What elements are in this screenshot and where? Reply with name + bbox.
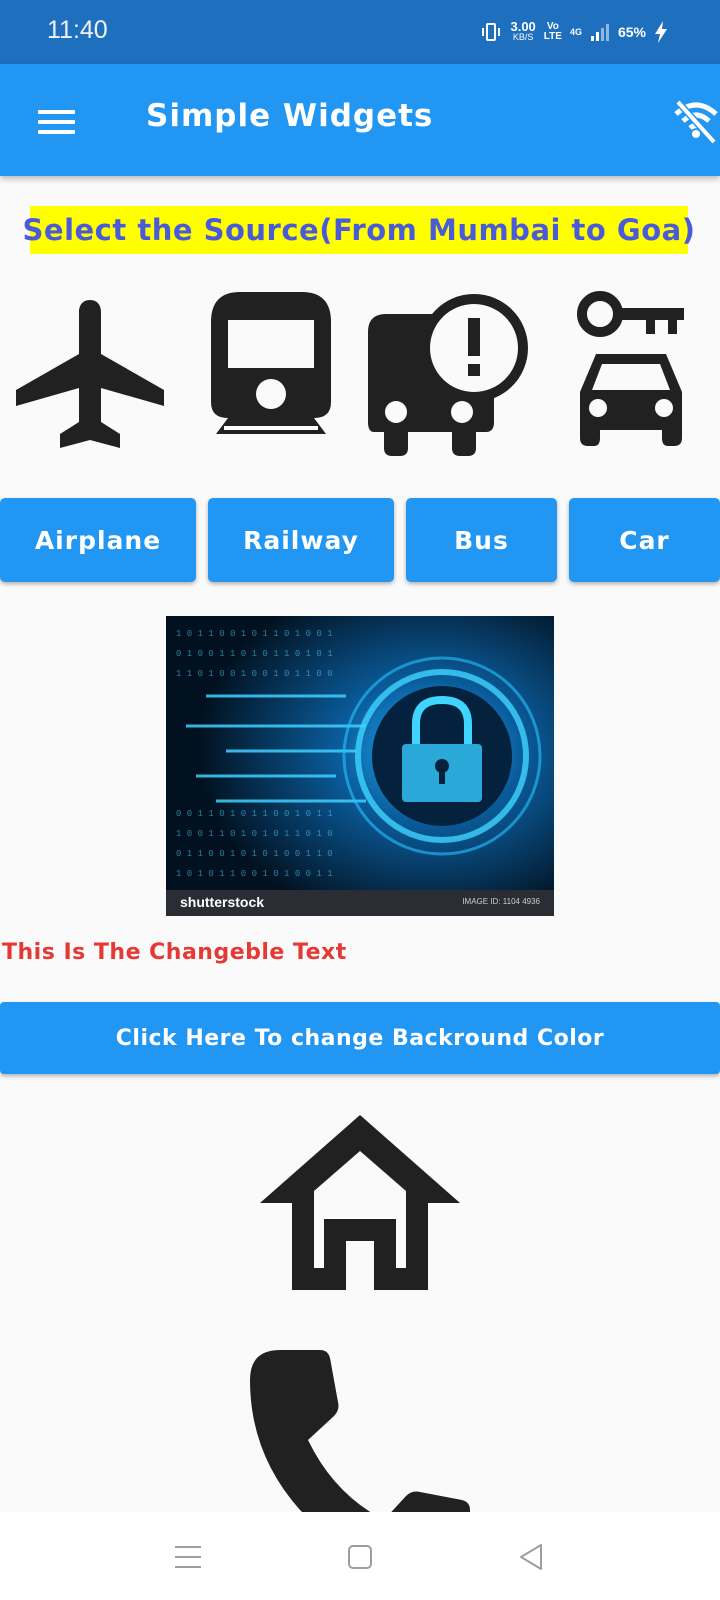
image-brand: shutterstock — [180, 894, 265, 910]
svg-text:1 0 1 0 1 1 0 0 1 0 1 0 0 1 1: 1 0 1 0 1 1 0 0 1 0 1 0 0 1 1 — [176, 869, 333, 879]
svg-text:1 0 0 1 1 0 1 0 1 0 1 1 0 1 0: 1 0 0 1 1 0 1 0 1 0 1 1 0 1 0 — [176, 829, 333, 839]
charging-icon — [655, 21, 667, 43]
back-nav-icon[interactable] — [515, 1540, 549, 1574]
vibrate-icon — [482, 23, 501, 41]
railway-button[interactable]: Railway — [208, 498, 394, 582]
airplane-icon — [16, 300, 164, 448]
system-nav-bar — [0, 1512, 720, 1600]
bus-button[interactable]: Bus — [406, 498, 557, 582]
signal-icon — [590, 24, 609, 41]
volte-line2: LTE — [543, 31, 562, 42]
volte-indicator: Vo LTE — [544, 22, 562, 42]
source-heading: Select the Source(From Mumbai to Goa) — [23, 206, 695, 254]
home-icon — [260, 1115, 460, 1290]
status-icons: 3.00 KB/S Vo LTE 4G 65% — [480, 18, 668, 46]
security-image: 1 0 1 1 0 0 1 0 1 1 0 1 0 0 1 0 1 0 0 1 … — [166, 616, 554, 916]
car-button[interactable]: Car — [569, 498, 720, 582]
app-title: Simple Widgets — [146, 98, 434, 134]
home-nav-icon[interactable] — [343, 1540, 377, 1574]
svg-text:1 0 1 1 0 0 1 0 1 1 0 1 0 0 1: 1 0 1 1 0 0 1 0 1 1 0 1 0 0 1 — [176, 629, 333, 639]
train-icon — [211, 292, 331, 434]
svg-text:0 0 1 1 0 1 0 1 1 0 0 1 0 1 1: 0 0 1 1 0 1 0 1 1 0 0 1 0 1 1 — [176, 809, 333, 819]
wifi-off-icon[interactable] — [672, 98, 720, 146]
bus-alert-icon — [368, 294, 528, 456]
net-speed-value: 3.00 — [510, 19, 536, 34]
svg-text:0 1 0 0 1 1 0 1 0 1 1 0 1 0 1: 0 1 0 0 1 1 0 1 0 1 1 0 1 0 1 — [176, 649, 333, 659]
changeable-text: This Is The Changeble Text — [2, 940, 347, 965]
image-id: IMAGE ID: 1104 4936 — [462, 897, 540, 906]
security-image-art: 1 0 1 1 0 0 1 0 1 1 0 1 0 0 1 0 1 0 0 1 … — [166, 616, 554, 916]
net-speed-unit: KB/S — [512, 32, 534, 42]
car-rental-icon — [577, 291, 684, 446]
app-bar: Simple Widgets — [0, 64, 720, 176]
net-speed: 3.00 KB/S — [510, 19, 536, 42]
menu-nav-icon[interactable] — [171, 1540, 205, 1574]
hamburger-menu-icon[interactable] — [38, 110, 75, 134]
image-footer: shutterstock IMAGE ID: 1104 4936 — [166, 890, 554, 916]
change-background-button[interactable]: Click Here To change Backround Color — [0, 1002, 720, 1074]
airplane-button[interactable]: Airplane — [0, 498, 196, 582]
phone-icon — [250, 1350, 470, 1512]
status-time: 11:40 — [47, 16, 108, 44]
phone-icon-container — [250, 1350, 470, 1512]
network-type: 4G — [569, 27, 582, 37]
svg-text:1 1 0 1 0 0 1 0 0 1 0 1 1 0 0: 1 1 0 1 0 0 1 0 0 1 0 1 1 0 0 — [176, 669, 333, 679]
svg-text:0 1 1 0 0 1 0 1 0 1 0 0 1 1 0: 0 1 1 0 0 1 0 1 0 1 0 0 1 1 0 — [176, 849, 333, 859]
status-bar: 11:40 3.00 KB/S Vo LTE 4G 65% — [0, 0, 720, 64]
battery-level: 65% — [617, 24, 646, 40]
